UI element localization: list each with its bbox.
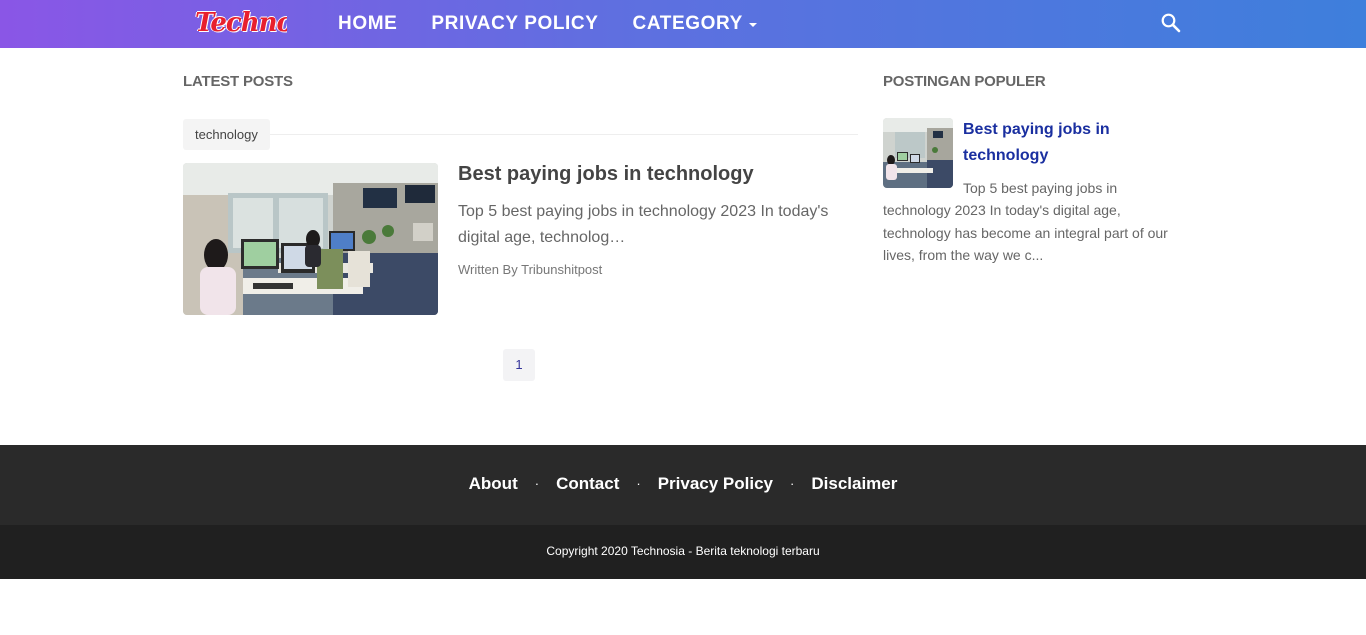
- caret-down-icon: [748, 23, 757, 27]
- popular-posts-heading: POSTINGAN POPULER: [883, 73, 1046, 90]
- site-logo[interactable]: Technosia: [195, 6, 287, 40]
- pagination-page-1[interactable]: 1: [503, 349, 535, 381]
- nav-privacy-policy-label: PRIVACY POLICY: [431, 13, 599, 34]
- byline-prefix: Written By: [458, 262, 522, 277]
- post-author-link[interactable]: Tribunshitpost: [521, 262, 602, 277]
- main-nav: HOME PRIVACY POLICY CATEGORY: [338, 12, 757, 36]
- label-technology[interactable]: technology: [183, 119, 270, 150]
- latest-posts-heading: LATEST POSTS: [183, 73, 293, 90]
- footer-links: About · Contact · Privacy Policy · Discl…: [0, 474, 1366, 494]
- post-byline: Written By Tribunshitpost: [458, 262, 602, 278]
- footer-link-contact[interactable]: Contact: [556, 474, 619, 494]
- office-workers-photo: [183, 163, 438, 315]
- post-thumbnail[interactable]: [183, 163, 438, 315]
- nav-category-label: CATEGORY: [632, 13, 743, 34]
- search-button[interactable]: [1160, 12, 1182, 34]
- site-header: Technosia HOME PRIVACY POLICY CATEGORY: [0, 0, 1366, 48]
- nav-privacy-policy[interactable]: PRIVACY POLICY: [431, 12, 598, 36]
- footer-link-disclaimer[interactable]: Disclaimer: [811, 474, 897, 494]
- popular-post-snippet: Top 5 best paying jobs in technology 202…: [883, 180, 1168, 263]
- footer-link-about[interactable]: About: [469, 474, 518, 494]
- search-icon: [1161, 13, 1181, 33]
- post-snippet: Top 5 best paying jobs in technology 202…: [458, 203, 829, 246]
- copyright-text: Copyright 2020 Technosia - Berita teknol…: [546, 544, 820, 558]
- footer-separator: ·: [534, 476, 540, 491]
- nav-home[interactable]: HOME: [338, 12, 397, 36]
- label-divider: [270, 134, 858, 135]
- nav-category-dropdown[interactable]: CATEGORY: [633, 12, 757, 36]
- post-title-link[interactable]: Best paying jobs in technology: [458, 161, 858, 187]
- footer-link-privacy-policy[interactable]: Privacy Policy: [658, 474, 773, 494]
- footer-separator: ·: [790, 476, 795, 491]
- popular-post-title-link[interactable]: Best paying jobs in technology: [963, 117, 1163, 169]
- footer-separator: ·: [636, 476, 641, 491]
- nav-home-label: HOME: [338, 13, 398, 34]
